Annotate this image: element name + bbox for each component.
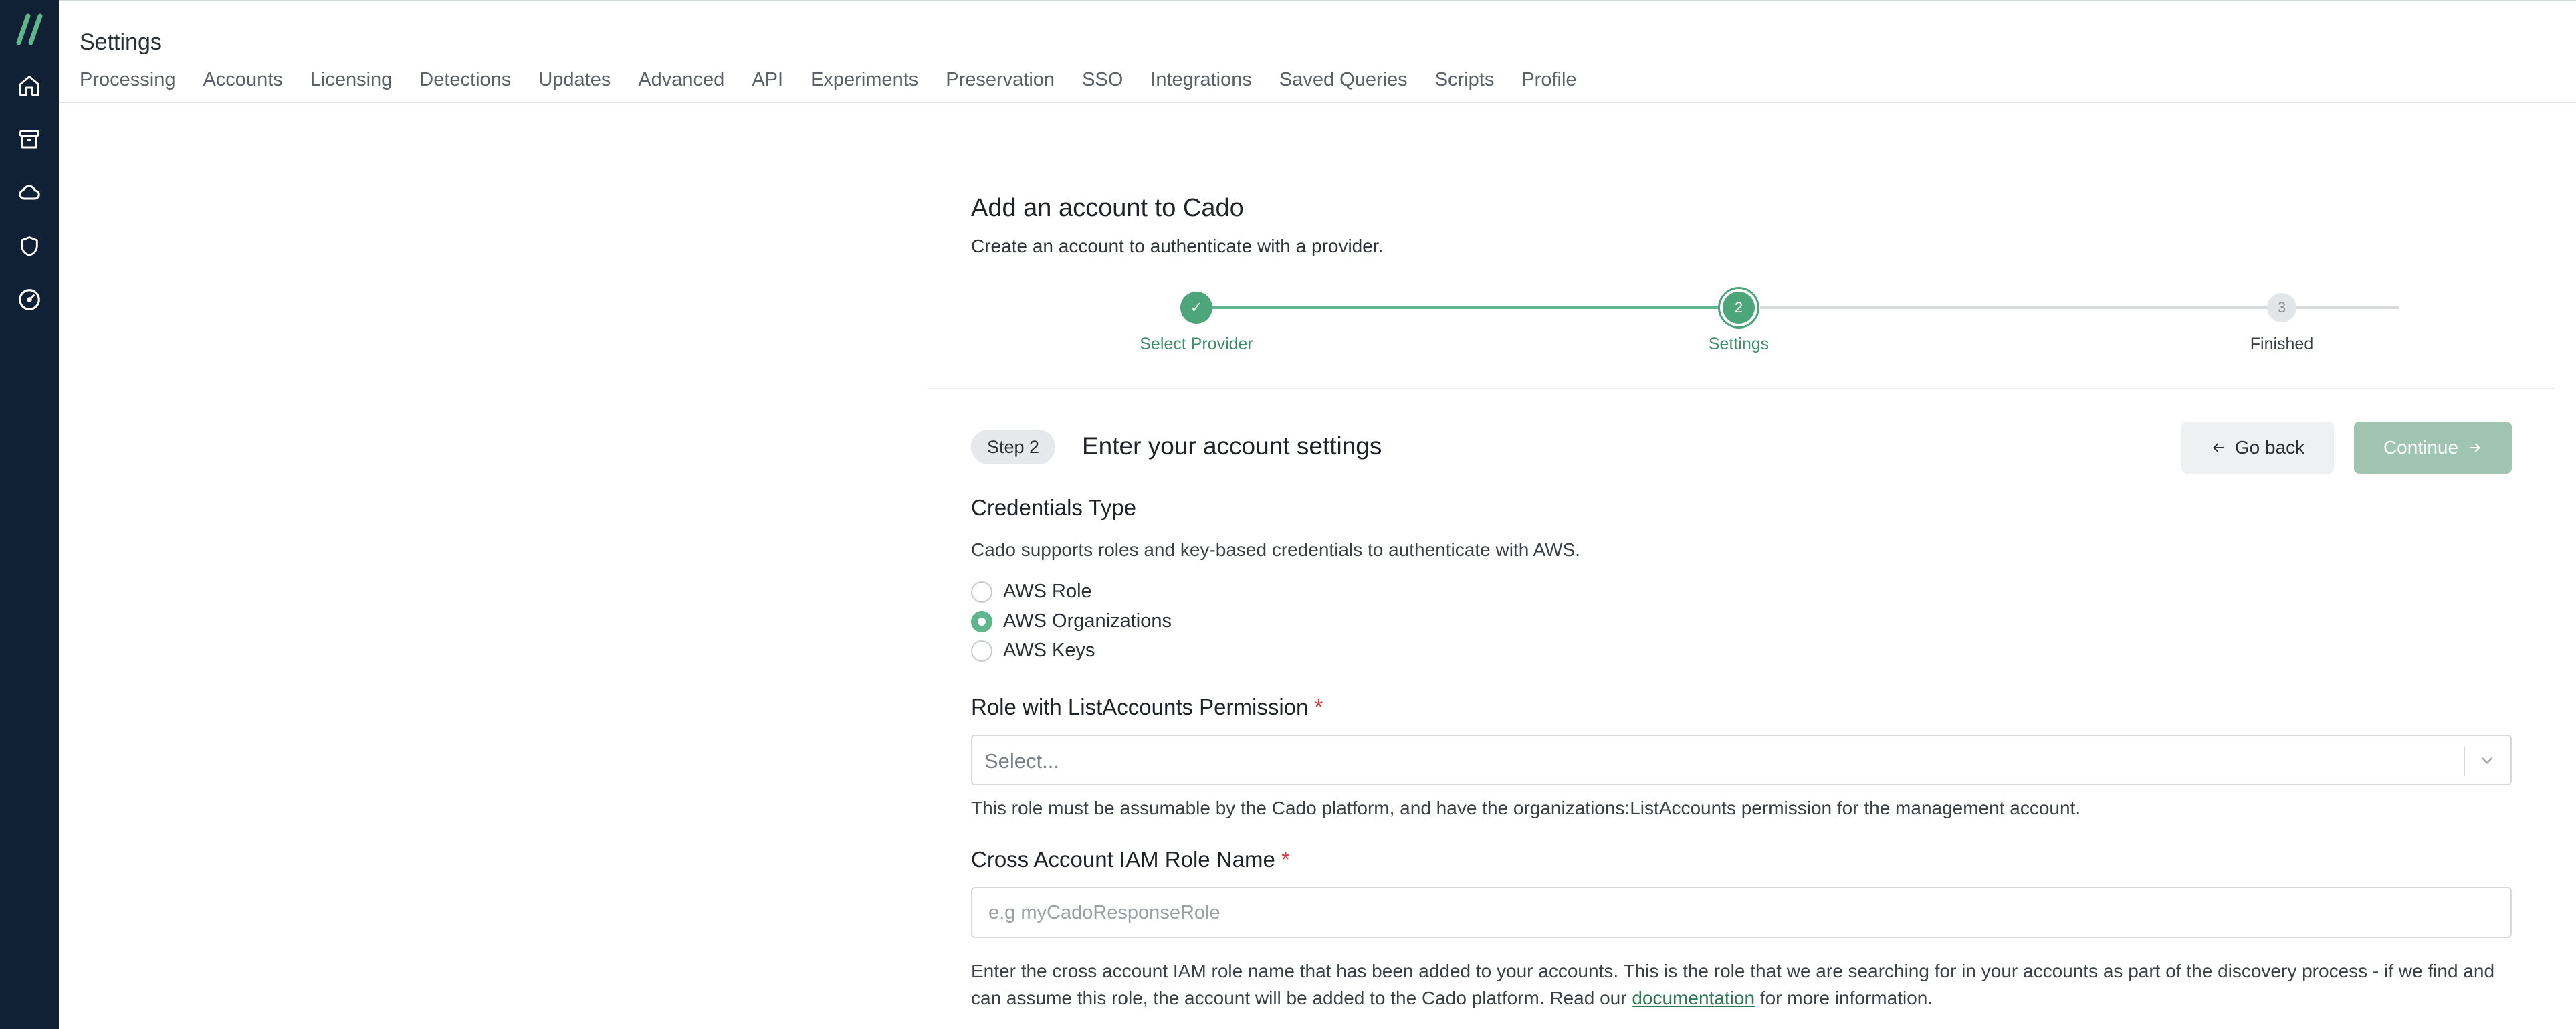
continue-button[interactable]: Continue (2354, 422, 2512, 474)
required-marker: * (1281, 847, 1290, 872)
role-field-label: Role with ListAccounts Permission * (971, 694, 1323, 720)
arrow-right-icon (2469, 443, 2480, 452)
form-subtitle: Create an account to authenticate with a… (971, 236, 1384, 256)
form-title: Add an account to Cado (971, 194, 1244, 222)
radio-label: AWS Organizations (1003, 610, 1172, 632)
tab-processing[interactable]: Processing (80, 69, 175, 91)
progress-stepper: ✓ Select Provider 2 Settings 3 Finished (971, 288, 2509, 361)
step-2-label: Settings (1708, 335, 1769, 353)
credentials-type-description: Cado supports roles and key-based creden… (971, 539, 1581, 560)
credentials-type-title: Credentials Type (971, 495, 1137, 520)
section-divider (927, 388, 2555, 389)
radio-aws-organizations[interactable]: AWS Organizations (971, 610, 1172, 632)
continue-label: Continue (2383, 437, 2459, 458)
step-1-check-icon[interactable]: ✓ (1180, 292, 1212, 324)
sidebar (0, 0, 59, 1029)
go-back-label: Go back (2234, 437, 2305, 458)
add-account-form: Add an account to Cado Create an account… (927, 0, 2555, 1029)
stepper-track-complete (1198, 306, 1727, 309)
radio-circle[interactable] (971, 581, 992, 603)
tab-experiments[interactable]: Experiments (811, 69, 918, 91)
radio-circle[interactable] (971, 640, 992, 662)
tab-detections[interactable]: Detections (419, 69, 511, 91)
documentation-link[interactable]: documentation (1632, 988, 1755, 1008)
step-2-marker[interactable]: 2 (1723, 292, 1755, 324)
step-3-marker[interactable]: 3 (2267, 293, 2296, 322)
gauge-icon[interactable] (13, 284, 45, 316)
tab-licensing[interactable]: Licensing (310, 69, 393, 91)
radio-aws-keys[interactable]: AWS Keys (971, 640, 1095, 662)
tab-api[interactable]: API (752, 69, 783, 91)
page-title: Settings (80, 29, 162, 55)
radio-label: AWS Role (1003, 581, 1092, 602)
arrow-left-icon (2213, 443, 2224, 452)
iam-field-label-text: Cross Account IAM Role Name (971, 847, 1275, 872)
step-3-label: Finished (2250, 335, 2314, 353)
tab-accounts[interactable]: Accounts (203, 69, 282, 91)
go-back-button[interactable]: Go back (2181, 422, 2334, 474)
role-field-help: This role must be assumable by the Cado … (971, 798, 2081, 818)
shield-icon[interactable] (13, 230, 45, 262)
iam-help-suffix: for more information. (1759, 988, 1933, 1008)
tab-advanced[interactable]: Advanced (638, 69, 724, 91)
stepper-track-pending (1760, 306, 2399, 309)
archive-icon[interactable] (13, 123, 45, 155)
role-select-placeholder: Select... (984, 749, 1059, 773)
iam-field-help: Enter the cross account IAM role name th… (971, 958, 2512, 1012)
required-marker: * (1314, 694, 1323, 719)
step-1-label: Select Provider (1140, 335, 1253, 353)
iam-role-name-input[interactable] (971, 887, 2512, 938)
step-badge: Step 2 (971, 430, 1056, 464)
step-title: Enter your account settings (1082, 432, 1382, 460)
tab-updates[interactable]: Updates (538, 69, 611, 91)
iam-field-label: Cross Account IAM Role Name * (971, 847, 1290, 872)
home-icon[interactable] (13, 70, 45, 102)
cado-logo-icon[interactable] (16, 13, 44, 45)
radio-label: AWS Keys (1003, 640, 1095, 661)
role-select[interactable]: Select... (971, 735, 2512, 785)
select-separator (2464, 747, 2465, 776)
radio-circle-checked[interactable] (971, 610, 992, 632)
role-field-label-text: Role with ListAccounts Permission (971, 694, 1309, 719)
chevron-down-icon[interactable] (2474, 748, 2500, 773)
cloud-icon[interactable] (13, 177, 45, 209)
app-root: Settings Processing Accounts Licensing D… (0, 0, 2576, 1029)
radio-aws-role[interactable]: AWS Role (971, 581, 1092, 603)
